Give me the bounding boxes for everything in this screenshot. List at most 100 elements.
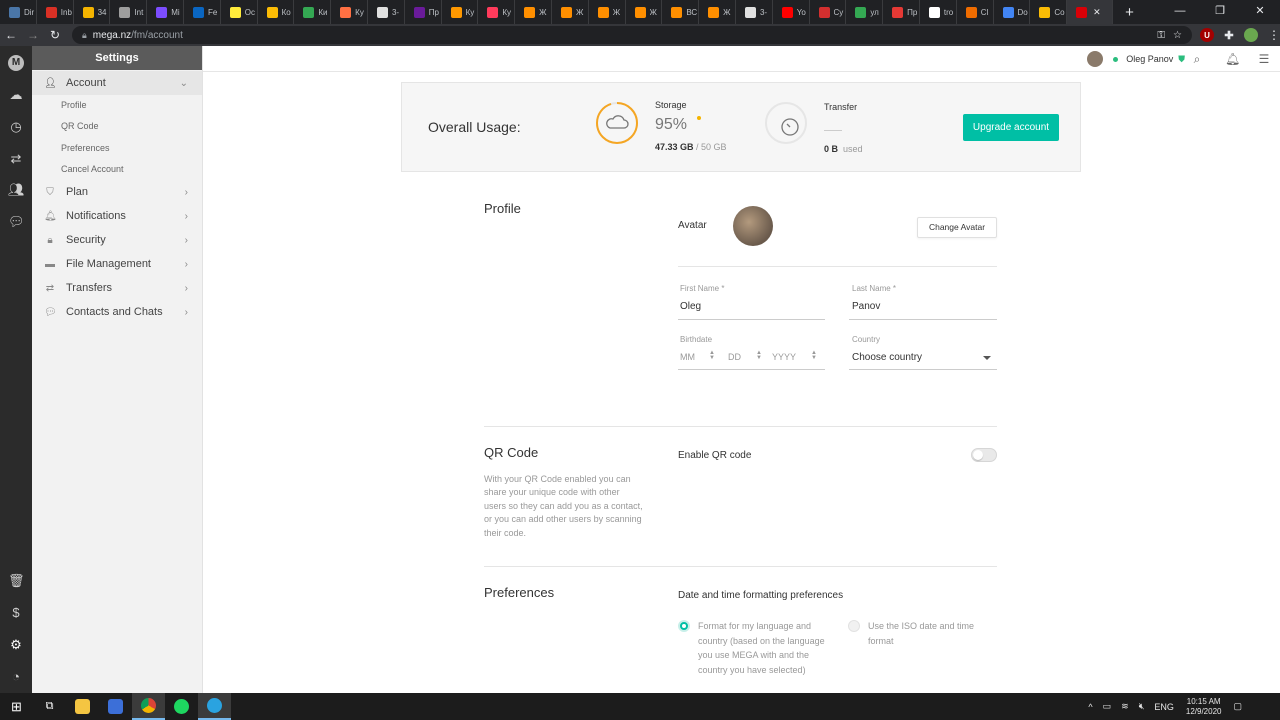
chat-icon[interactable]: 💬︎ [8,214,25,230]
tray-expand-icon[interactable]: ^ [1088,702,1092,712]
day-stepper-icon[interactable]: ▲ ▼ [756,350,762,361]
puzzle-extensions-icon[interactable]: ✚ [1222,28,1236,42]
browser-tab[interactable]: Co [1030,0,1068,24]
browser-tab[interactable]: 34 [74,0,111,24]
browser-tab[interactable]: ул [846,0,884,24]
language-indicator[interactable]: ENG [1154,702,1174,712]
browser-menu-icon[interactable]: ⋮ [1268,28,1280,42]
network-icon[interactable]: ▭ [1103,701,1112,712]
month-stepper-icon[interactable]: ▲ ▼ [709,350,715,361]
ublock-extension-icon[interactable]: U [1200,28,1214,42]
close-tab-icon[interactable]: ✕ [1093,7,1101,18]
sidebar-item-plan[interactable]: ⛉ Plan › [32,180,202,204]
birth-day-input[interactable]: DD [728,352,741,362]
new-tab-button[interactable]: + [1125,4,1134,21]
browser-tab[interactable]: Fe [184,0,221,24]
browser-tab[interactable]: Пр [883,0,920,24]
sidebar-item-security[interactable]: 🔒︎ Security › [32,228,202,252]
back-button[interactable]: ← [0,28,22,42]
last-name-field[interactable]: Panov [852,301,880,312]
birth-month-input[interactable]: MM [680,352,695,362]
browser-tab[interactable]: Ж [552,0,589,24]
browser-tab[interactable]: Су [810,0,847,24]
year-stepper-icon[interactable]: ▲ ▼ [811,350,817,361]
browser-tab[interactable]: Пр [405,0,442,24]
browser-tab[interactable]: Dir [0,0,37,24]
browser-tab[interactable]: Inb [37,0,74,24]
storage-status-icon[interactable]: ◔ [8,669,24,685]
notifications-center-icon[interactable]: ▢ [1233,701,1242,712]
hamburger-menu-icon[interactable]: ☰ [1257,52,1271,66]
windows-start-icon[interactable]: ⊞ [0,693,33,720]
key-icon[interactable]: ⚿ [1157,30,1165,41]
browser-tab[interactable]: Ж [699,0,736,24]
cloud-drive-icon[interactable]: ☁ [8,87,24,103]
sidebar-subitem-profile[interactable]: Profile [61,100,87,110]
browser-tab[interactable]: Ку [442,0,479,24]
search-icon[interactable]: ⌕ [1190,52,1204,66]
user-menu[interactable]: Oleg Panov ⛊ [1087,51,1185,67]
sidebar-item-account[interactable]: 👤︎ Account ⌄ [32,71,202,95]
minimize-button[interactable]: — [1160,0,1200,24]
sidebar-item-transfers[interactable]: ⇄ Transfers › [32,276,202,300]
chevron-down-icon[interactable] [983,356,991,360]
forward-button[interactable]: → [22,28,44,42]
bookmark-star-icon[interactable]: ☆ [1173,30,1182,41]
close-window-button[interactable]: ✕ [1240,0,1280,24]
spotify-icon[interactable] [165,693,198,720]
contacts-icon[interactable]: 👥︎ [8,182,25,198]
task-view-icon[interactable]: ⧉ [33,693,66,720]
profile-avatar-icon[interactable] [1244,28,1258,42]
birth-year-input[interactable]: YYYY [772,352,796,362]
volume-muted-icon[interactable]: 🔇︎ [1139,701,1145,712]
maximize-button[interactable]: ❐ [1200,0,1240,24]
change-avatar-button[interactable]: Change Avatar [917,217,997,238]
save-app-icon[interactable] [99,693,132,720]
browser-tab[interactable]: Ж [515,0,552,24]
notifications-bell-icon[interactable]: 🔔︎ [1225,52,1240,66]
country-select[interactable]: Choose country [852,352,922,363]
sidebar-subitem-qr-code[interactable]: QR Code [61,121,99,131]
locale-format-radio[interactable] [678,620,690,632]
avatar[interactable] [733,206,773,246]
sidebar-item-contacts-and-chats[interactable]: 💬︎ Contacts and Chats › [32,300,202,324]
browser-tab[interactable]: Do [994,0,1031,24]
sidebar-subitem-preferences[interactable]: Preferences [61,143,110,153]
browser-tab[interactable]: ВС [662,0,700,24]
enable-qr-toggle[interactable] [971,448,997,462]
browser-tab[interactable]: Int [110,0,148,24]
dollar-plan-icon[interactable]: $ [8,605,24,621]
rubbish-bin-icon[interactable]: 🗑︎ [8,573,25,589]
telegram-icon[interactable] [198,693,231,720]
upgrade-account-button[interactable]: Upgrade account [963,114,1059,141]
browser-tab[interactable]: 3- [368,0,405,24]
browser-tab[interactable]: Cl [957,0,994,24]
browser-tab[interactable]: Ку [478,0,516,24]
browser-tab[interactable]: Ж [589,0,626,24]
chrome-taskbar-icon[interactable] [132,693,165,720]
clock[interactable]: 10:15 AM 12/9/2020 [1186,697,1222,717]
browser-tab[interactable]: Ж [626,0,663,24]
sidebar-item-notifications[interactable]: 🔔︎ Notifications › [32,204,202,228]
browser-tab[interactable]: Ко [258,0,295,24]
sidebar-subitem-cancel-account[interactable]: Cancel Account [61,164,124,174]
transfers-arrows-icon[interactable]: ⇄ [8,151,24,167]
iso-format-radio[interactable] [848,620,860,632]
tab-mega-active[interactable]: ✕ [1067,0,1114,24]
browser-tab[interactable]: Mi [147,0,184,24]
browser-tab[interactable]: tro [920,0,957,24]
url-input[interactable]: 🔒︎ mega.nz /fm/account ⚿ ☆ [72,26,1192,44]
recents-clock-icon[interactable]: ◷ [8,119,24,135]
browser-tab[interactable]: Ку [331,0,368,24]
mega-logo-icon[interactable]: M [8,55,24,71]
browser-tab[interactable]: Ки [294,0,332,24]
settings-gear-icon[interactable]: ⚙ [8,637,24,653]
wifi-icon[interactable]: ≋ [1121,701,1129,712]
reload-button[interactable]: ↻ [44,28,66,42]
file-explorer-icon[interactable] [66,693,99,720]
first-name-field[interactable]: Oleg [680,301,701,312]
browser-tab[interactable]: 3- [736,0,773,24]
browser-tab[interactable]: Yo [773,0,810,24]
browser-tab[interactable]: Oc [221,0,258,24]
sidebar-item-file-management[interactable]: ▬ File Management › [32,252,202,276]
